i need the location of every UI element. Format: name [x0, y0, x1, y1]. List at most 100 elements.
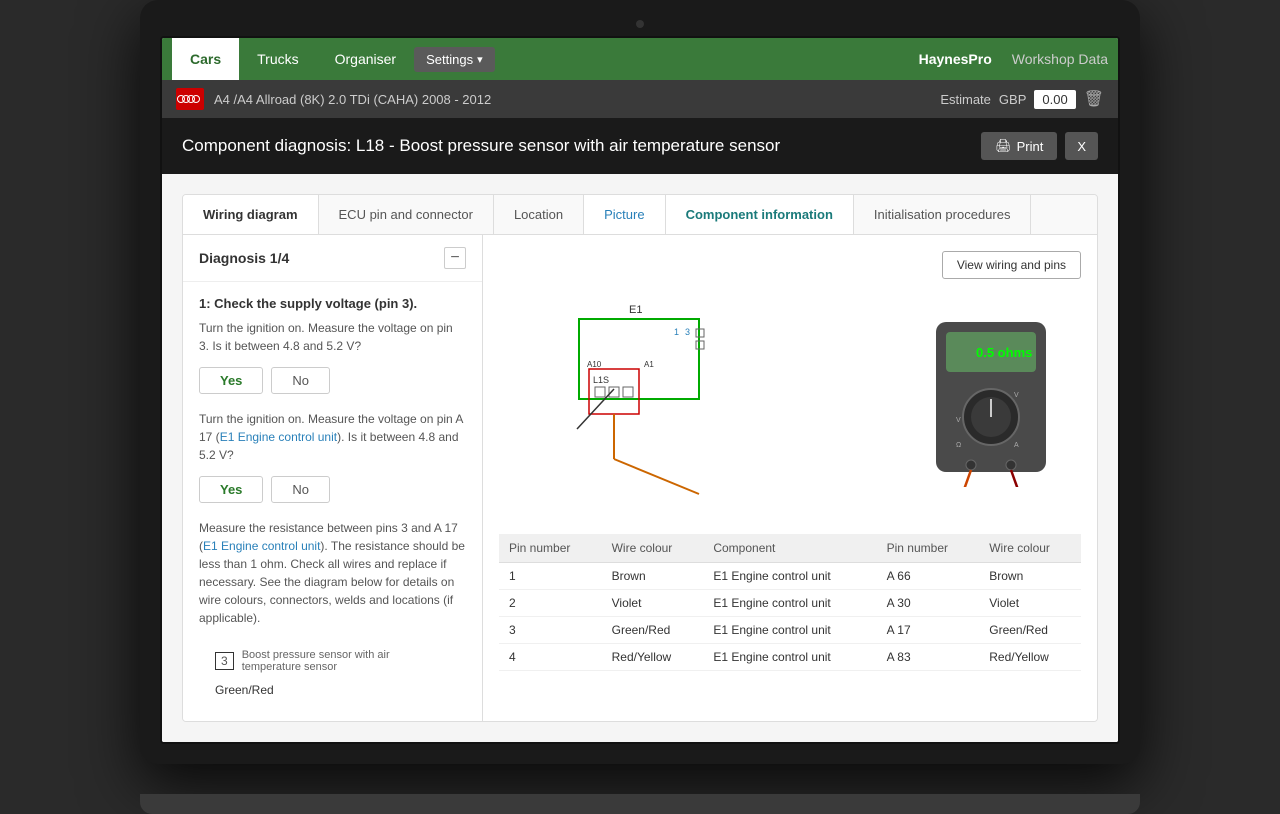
svg-text:E1: E1 — [629, 304, 642, 316]
diagram-component: Boost pressure sensor with air temperatu… — [242, 649, 450, 673]
step3-link[interactable]: E1 Engine control unit — [203, 539, 320, 553]
table-cell: A 30 — [877, 590, 980, 617]
no-button-1[interactable]: No — [271, 367, 330, 394]
table-row: 4Red/YellowE1 Engine control unitA 83Red… — [499, 644, 1081, 671]
nav-organiser[interactable]: Organiser — [317, 38, 414, 80]
left-panel: Diagnosis 1/4 − 1: Check the supply volt… — [183, 235, 483, 721]
yes-no-buttons-2: Yes No — [199, 476, 466, 503]
table-cell: Red/Yellow — [979, 644, 1081, 671]
header-actions: 🖨 Print X — [981, 132, 1098, 160]
tab-init-procedures[interactable]: Initialisation procedures — [854, 195, 1032, 234]
svg-text:A: A — [1014, 442, 1019, 449]
tabs-container: Wiring diagram ECU pin and connector Loc… — [182, 194, 1098, 722]
tab-location[interactable]: Location — [494, 195, 584, 234]
nav-trucks[interactable]: Trucks — [239, 38, 316, 80]
table-cell: Violet — [979, 590, 1081, 617]
tab-component-info[interactable]: Component information — [666, 195, 854, 234]
svg-text:A1: A1 — [644, 360, 654, 369]
yes-no-buttons-1: Yes No — [199, 367, 466, 394]
table-cell: E1 Engine control unit — [703, 563, 876, 590]
view-wiring-button[interactable]: View wiring and pins — [942, 251, 1081, 279]
settings-button[interactable]: Settings — [414, 47, 495, 72]
pin-table: Pin number Wire colour Component Pin num… — [499, 534, 1081, 671]
tab-ecu-pin[interactable]: ECU pin and connector — [319, 195, 494, 234]
col-pin2: Pin number — [877, 534, 980, 563]
laptop-base — [140, 794, 1140, 814]
tab-wiring-diagram[interactable]: Wiring diagram — [183, 195, 319, 234]
multimeter: 0.5 ohms V V Ω — [901, 317, 1081, 487]
step2-description: Turn the ignition on. Measure the voltag… — [199, 410, 466, 464]
estimate-value: 0.00 — [1034, 90, 1075, 109]
top-nav: Cars Trucks Organiser Settings HaynesPro… — [162, 38, 1118, 80]
collapse-button[interactable]: − — [444, 247, 466, 269]
svg-text:V: V — [956, 417, 961, 424]
brand-right: HaynesPro Workshop Data — [919, 51, 1108, 67]
car-model: A4 /A4 Allroad (8K) 2.0 TDi (CAHA) 2008 … — [214, 92, 491, 107]
svg-text:A10: A10 — [587, 360, 602, 369]
diagram-number: 3 — [215, 652, 234, 670]
svg-text:Ω: Ω — [956, 442, 961, 449]
yes-button-1[interactable]: Yes — [199, 367, 263, 394]
main-content: Wiring diagram ECU pin and connector Loc… — [162, 174, 1118, 742]
yes-label-1: Yes — [220, 373, 242, 388]
table-header-row: Pin number Wire colour Component Pin num… — [499, 534, 1081, 563]
table-cell: 2 — [499, 590, 602, 617]
no-button-2[interactable]: No — [271, 476, 330, 503]
step2-link[interactable]: E1 Engine control unit — [220, 430, 337, 444]
tab-wiring-label: Wiring diagram — [203, 207, 298, 222]
camera-dot — [636, 20, 644, 28]
table-cell: Green/Red — [979, 617, 1081, 644]
yes-label-2: Yes — [220, 482, 242, 497]
table-cell: 3 — [499, 617, 602, 644]
right-panel: View wiring and pins E1 — [483, 235, 1097, 721]
estimate-section: Estimate GBP 0.00 🗑 — [940, 89, 1104, 109]
currency-label: GBP — [999, 92, 1026, 107]
svg-text:0.5 ohms: 0.5 ohms — [976, 345, 1032, 360]
tabs-bar: Wiring diagram ECU pin and connector Loc… — [183, 195, 1097, 235]
step1-description: Turn the ignition on. Measure the voltag… — [199, 319, 466, 355]
table-cell: 1 — [499, 563, 602, 590]
tab-init-label: Initialisation procedures — [874, 207, 1011, 222]
table-row: 3Green/RedE1 Engine control unitA 17Gree… — [499, 617, 1081, 644]
view-wiring-label: View wiring and pins — [957, 258, 1066, 272]
col-wire1: Wire colour — [602, 534, 704, 563]
trash-icon[interactable]: 🗑 — [1084, 89, 1104, 109]
page-header: Component diagnosis: L18 - Boost pressur… — [162, 118, 1118, 174]
table-cell: Brown — [602, 563, 704, 590]
print-button[interactable]: 🖨 Print — [981, 132, 1057, 160]
svg-text:L1S: L1S — [593, 375, 609, 385]
close-button[interactable]: X — [1065, 132, 1098, 160]
table-cell: A 83 — [877, 644, 980, 671]
diagram-label: 3 Boost pressure sensor with air tempera… — [215, 649, 450, 673]
svg-text:V: V — [1014, 392, 1019, 399]
yes-button-2[interactable]: Yes — [199, 476, 263, 503]
wiring-diagram-area: E1 L1S 1 3 — [499, 289, 1081, 524]
haynes-pro-link[interactable]: HaynesPro — [919, 51, 992, 67]
table-cell: A 66 — [877, 563, 980, 590]
col-wire2: Wire colour — [979, 534, 1081, 563]
nav-trucks-label: Trucks — [257, 51, 298, 67]
tab-picture-label: Picture — [604, 207, 644, 222]
diagnosis-title: Diagnosis 1/4 — [199, 250, 289, 266]
nav-organiser-label: Organiser — [335, 51, 396, 67]
nav-cars-label: Cars — [190, 51, 221, 67]
tab-picture[interactable]: Picture — [584, 195, 665, 234]
diagnosis-header: Diagnosis 1/4 − — [183, 235, 482, 282]
table-row: 1BrownE1 Engine control unitA 66Brown — [499, 563, 1081, 590]
diagram-section: 3 Boost pressure sensor with air tempera… — [199, 639, 466, 707]
step1-heading: 1: Check the supply voltage (pin 3). — [199, 296, 466, 311]
svg-text:3: 3 — [685, 327, 690, 337]
table-cell: A 17 — [877, 617, 980, 644]
table-cell: Green/Red — [602, 617, 704, 644]
tab-component-info-label: Component information — [686, 207, 833, 222]
page-title: Component diagnosis: L18 - Boost pressur… — [182, 136, 780, 156]
col-pin1: Pin number — [499, 534, 602, 563]
wiring-svg: E1 L1S 1 3 — [499, 299, 901, 504]
table-cell: E1 Engine control unit — [703, 590, 876, 617]
workshop-data-link[interactable]: Workshop Data — [1012, 51, 1108, 67]
settings-label: Settings — [426, 52, 473, 67]
diagnosis-body: 1: Check the supply voltage (pin 3). Tur… — [183, 282, 482, 721]
diagram-color: Green/Red — [215, 679, 450, 697]
nav-cars[interactable]: Cars — [172, 38, 239, 80]
tab-ecu-label: ECU pin and connector — [339, 207, 473, 222]
